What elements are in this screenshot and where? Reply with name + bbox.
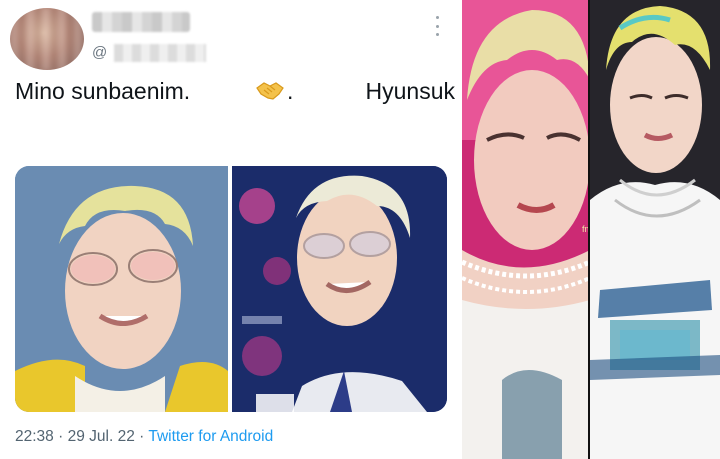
photo-person-right xyxy=(232,166,447,412)
tweet-date: 29 Jul. 22 xyxy=(67,428,135,445)
handle-redacted[interactable] xyxy=(114,44,206,62)
display-name-redacted[interactable] xyxy=(92,12,190,32)
avatar[interactable] xyxy=(10,8,84,70)
handle-prefix: @ xyxy=(92,44,108,61)
tweet-text-dot: . xyxy=(287,78,294,104)
tweet-text: Mino sunbaenim. . Hyunsuk xyxy=(15,78,455,108)
tweet-meta: 22:38 · 29 Jul. 22 · Twitter for Android xyxy=(15,428,273,446)
tweet-time: 22:38 xyxy=(15,428,54,445)
meta-separator: · xyxy=(58,428,64,445)
tweet-photo-left[interactable] xyxy=(15,166,228,412)
tweet-photo-right[interactable] xyxy=(232,166,447,412)
comparison-photo-left: fmc xyxy=(462,0,590,459)
photo-person-left xyxy=(15,166,228,412)
handshake-icon xyxy=(256,82,284,100)
more-vertical-icon[interactable] xyxy=(432,16,442,36)
photo-person-pink-bg xyxy=(462,0,590,459)
tweet-media[interactable] xyxy=(15,166,447,412)
photo-person-dark-bg xyxy=(590,0,720,459)
avatar-blur xyxy=(10,8,84,70)
tweet-text-left: Mino sunbaenim. xyxy=(15,78,191,104)
comparison-photo-right xyxy=(590,0,720,459)
tweet-source-link[interactable]: Twitter for Android xyxy=(148,428,273,445)
tweet-card: @ Mino sunbaenim. . Hyunsuk 22:38 · 29 J… xyxy=(0,0,462,459)
tweet-text-right: Hyunsuk xyxy=(365,78,455,104)
meta-separator: · xyxy=(139,428,145,445)
